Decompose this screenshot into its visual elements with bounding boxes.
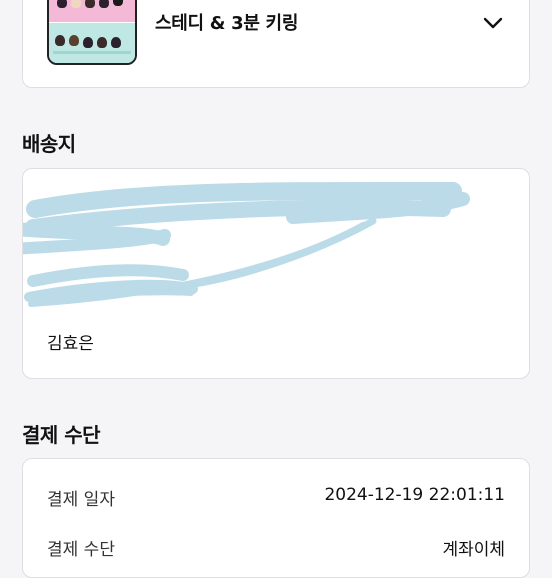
payment-date-label: 결제 일자 — [47, 490, 115, 510]
payment-info-card: 결제 일자 2024-12-19 22:01:11 결제 수단 계좌이체 — [22, 458, 530, 578]
keyring-figure — [55, 35, 65, 46]
keyring-figure — [57, 0, 67, 8]
payment-date-row: 결제 일자 2024-12-19 22:01:11 — [47, 485, 505, 510]
thumbnail-stripe — [53, 51, 131, 54]
keyring-figure — [111, 37, 121, 48]
recipient-name: 김효은 — [47, 334, 94, 354]
product-title: 스테디 & 3분 키링 — [155, 13, 299, 34]
payment-method-row: 결제 수단 계좌이체 — [47, 535, 505, 560]
keyring-figure — [97, 37, 107, 48]
shipping-section-title: 배송지 — [22, 132, 76, 156]
keyring-figure — [99, 0, 109, 8]
keyring-figure — [71, 0, 81, 8]
shipping-address-card: 김효은 — [22, 168, 530, 379]
product-summary-card[interactable]: 스테디 & 3분 키링 — [22, 0, 530, 88]
payment-date-value: 2024-12-19 22:01:11 — [324, 485, 505, 505]
chevron-down-icon[interactable] — [481, 11, 505, 35]
keyring-figure — [83, 37, 93, 48]
product-thumbnail — [47, 0, 137, 65]
keyring-figure — [85, 0, 95, 8]
payment-method-label: 결제 수단 — [47, 540, 115, 560]
payment-method-value: 계좌이체 — [442, 540, 505, 560]
redaction-scribble — [23, 181, 470, 307]
payment-section-title: 결제 수단 — [22, 423, 101, 447]
keyring-figure — [69, 35, 79, 46]
